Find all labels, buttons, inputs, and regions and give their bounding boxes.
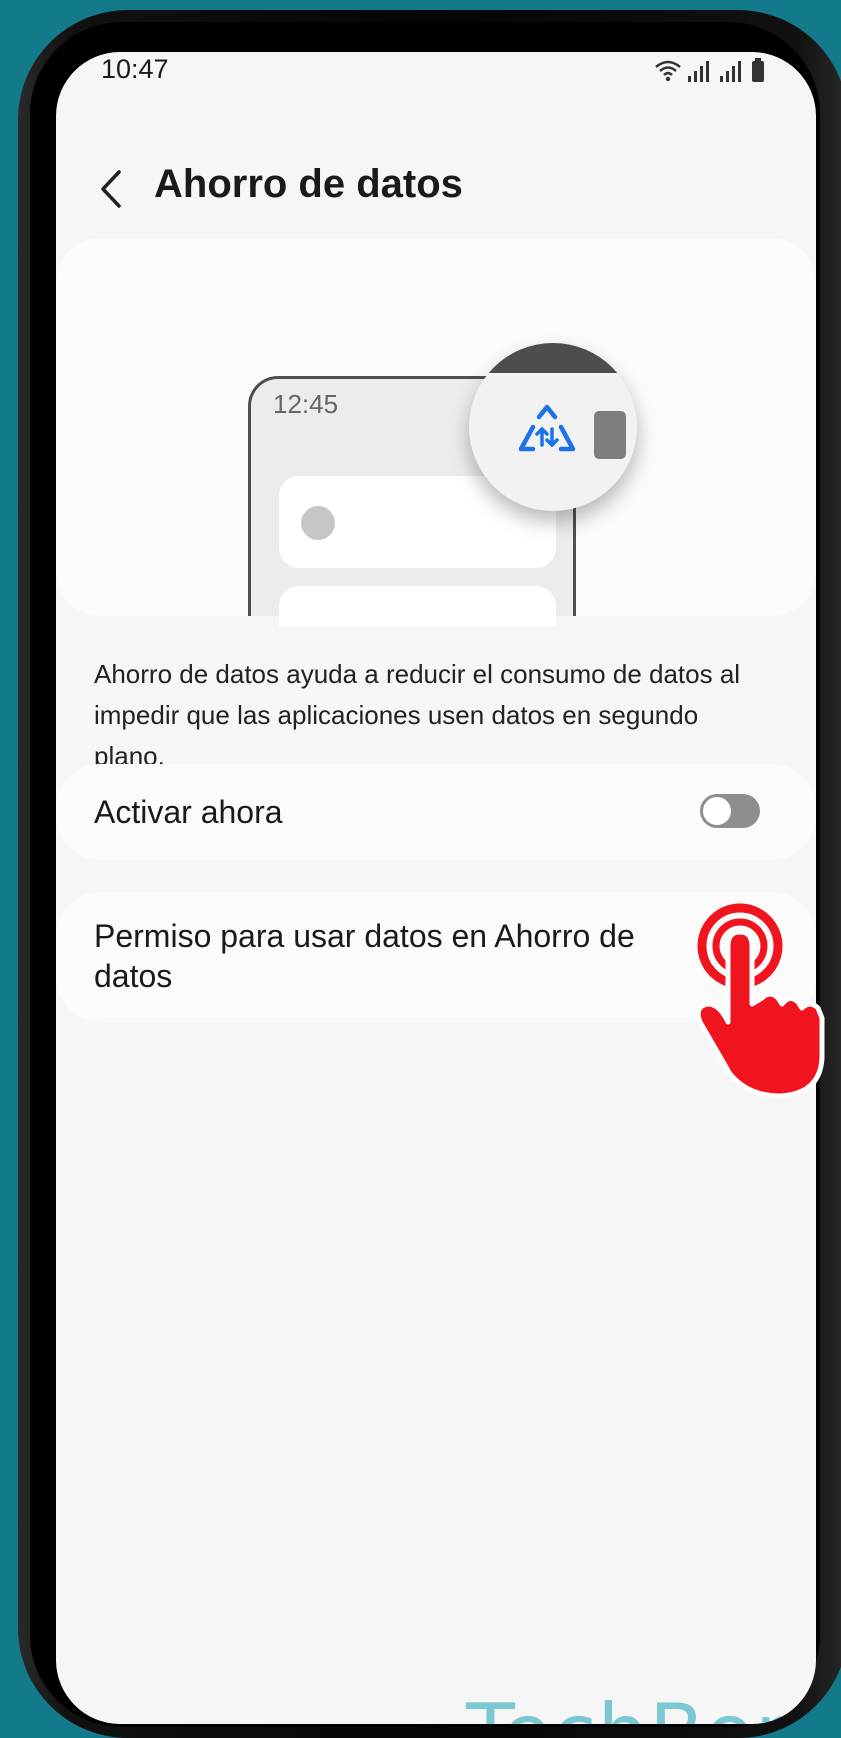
battery-icon [752,58,764,82]
activate-now-label: Activar ahora [94,794,283,830]
signal-icon [720,61,741,82]
toggle-knob [701,795,733,827]
battery-icon [594,411,626,459]
permission-label: Permiso para usar datos en Ahorro de dat… [94,918,635,994]
tap-hand-icon [695,903,825,1098]
mini-phone-time: 12:45 [273,389,339,419]
mini-avatar-dot [301,506,335,540]
signal-icon [688,61,709,82]
magnifier-circle [469,343,637,511]
status-icons [655,58,764,82]
activate-now-row[interactable]: Activar ahora [56,764,816,860]
magnifier-status-strip [469,343,637,373]
data-saver-icon [518,404,576,452]
description-text: Ahorro de datos ayuda a reducir el consu… [94,659,741,771]
top-bar: Ahorro de datos [56,152,816,232]
phone-screen: 10:47 Ahorro de datos 12:45 Ahorro de da… [56,52,816,1724]
status-bar: 10:47 [56,52,816,92]
mini-notification-card [279,586,556,626]
chevron-left-icon[interactable] [92,162,132,216]
page-title: Ahorro de datos [154,162,463,206]
status-time: 10:47 [101,54,169,84]
illustration-card: 12:45 [56,238,816,626]
watermark: TechBone [466,1687,816,1724]
wifi-icon [655,60,681,76]
activate-now-toggle[interactable] [700,794,760,828]
